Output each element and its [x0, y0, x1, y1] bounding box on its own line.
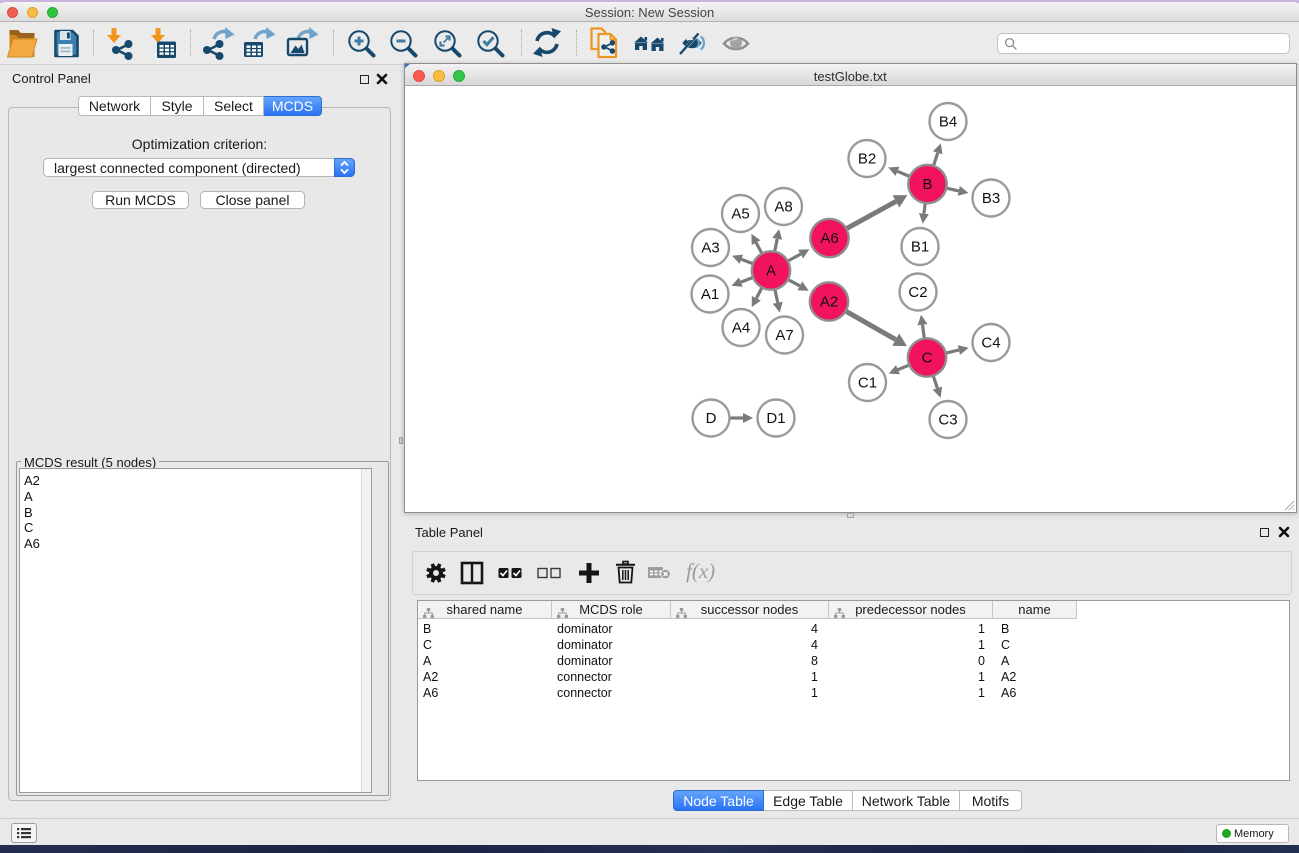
svg-text:A3: A3 [701, 240, 719, 257]
svg-text:A5: A5 [731, 206, 749, 223]
svg-text:D: D [705, 410, 716, 427]
svg-text:C: C [921, 350, 932, 367]
svg-text:B3: B3 [981, 190, 999, 207]
svg-text:A2: A2 [819, 294, 837, 311]
svg-text:C3: C3 [938, 412, 957, 429]
svg-text:A4: A4 [731, 320, 749, 337]
svg-text:C2: C2 [908, 284, 927, 301]
svg-text:B4: B4 [938, 114, 956, 131]
svg-text:B: B [922, 176, 932, 193]
svg-text:A6: A6 [820, 230, 838, 247]
svg-text:B1: B1 [910, 239, 928, 256]
svg-text:A1: A1 [700, 286, 718, 303]
svg-text:C1: C1 [857, 375, 876, 392]
svg-text:A8: A8 [774, 199, 792, 216]
svg-text:D1: D1 [766, 410, 785, 427]
svg-text:C4: C4 [981, 335, 1000, 352]
svg-text:A7: A7 [775, 327, 793, 344]
svg-text:B2: B2 [857, 151, 875, 168]
svg-text:A: A [765, 263, 775, 280]
